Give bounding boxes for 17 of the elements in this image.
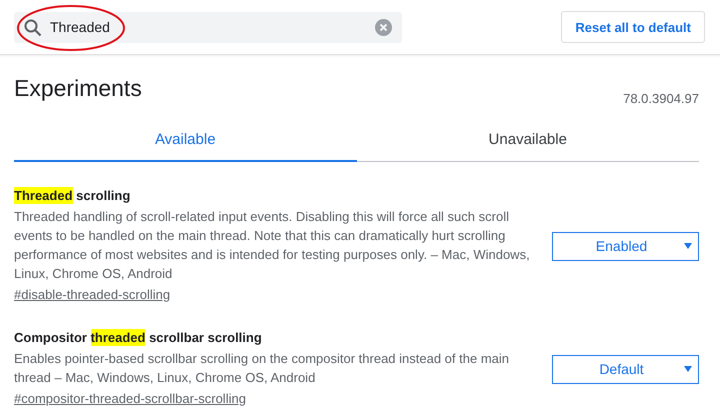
caret-icon <box>684 243 692 249</box>
experiment-title: Threaded scrolling <box>14 188 132 203</box>
caret-icon <box>684 366 692 372</box>
state-dropdown[interactable]: Default <box>552 354 699 384</box>
page-title: Experiments <box>14 75 142 102</box>
experiment-description: Threaded handling of scroll-related input events. Disabling this will force all such scroll events to be handled on the main thread. Note that this can dramatically hurt scrolling performance of most websites and is intended for testing purposes only. – Mac, Windows, Linux, Chrome OS, Android <box>14 208 531 283</box>
state-dropdown[interactable]: Enabled <box>552 232 699 260</box>
search-icon <box>24 18 42 36</box>
tab[interactable]: Available <box>14 118 356 162</box>
clear-icon[interactable] <box>375 18 392 36</box>
tab[interactable]: Unavailable <box>356 118 699 162</box>
version-label: 78.0.3904.97 <box>623 91 699 106</box>
search-field[interactable]: Threaded <box>14 12 402 42</box>
reset-button[interactable]: Reset all to default <box>561 11 705 43</box>
experiment-link[interactable]: #disable-threaded-scrolling <box>14 285 170 304</box>
experiment-link[interactable]: #compositor-threaded-scrollbar-scrolling <box>14 389 246 408</box>
experiment-description: Enables pointer-based scrollbar scrolling on the compositor thread instead of the main thread – Mac, Windows, Linux, Chrome OS, Android <box>14 350 510 387</box>
